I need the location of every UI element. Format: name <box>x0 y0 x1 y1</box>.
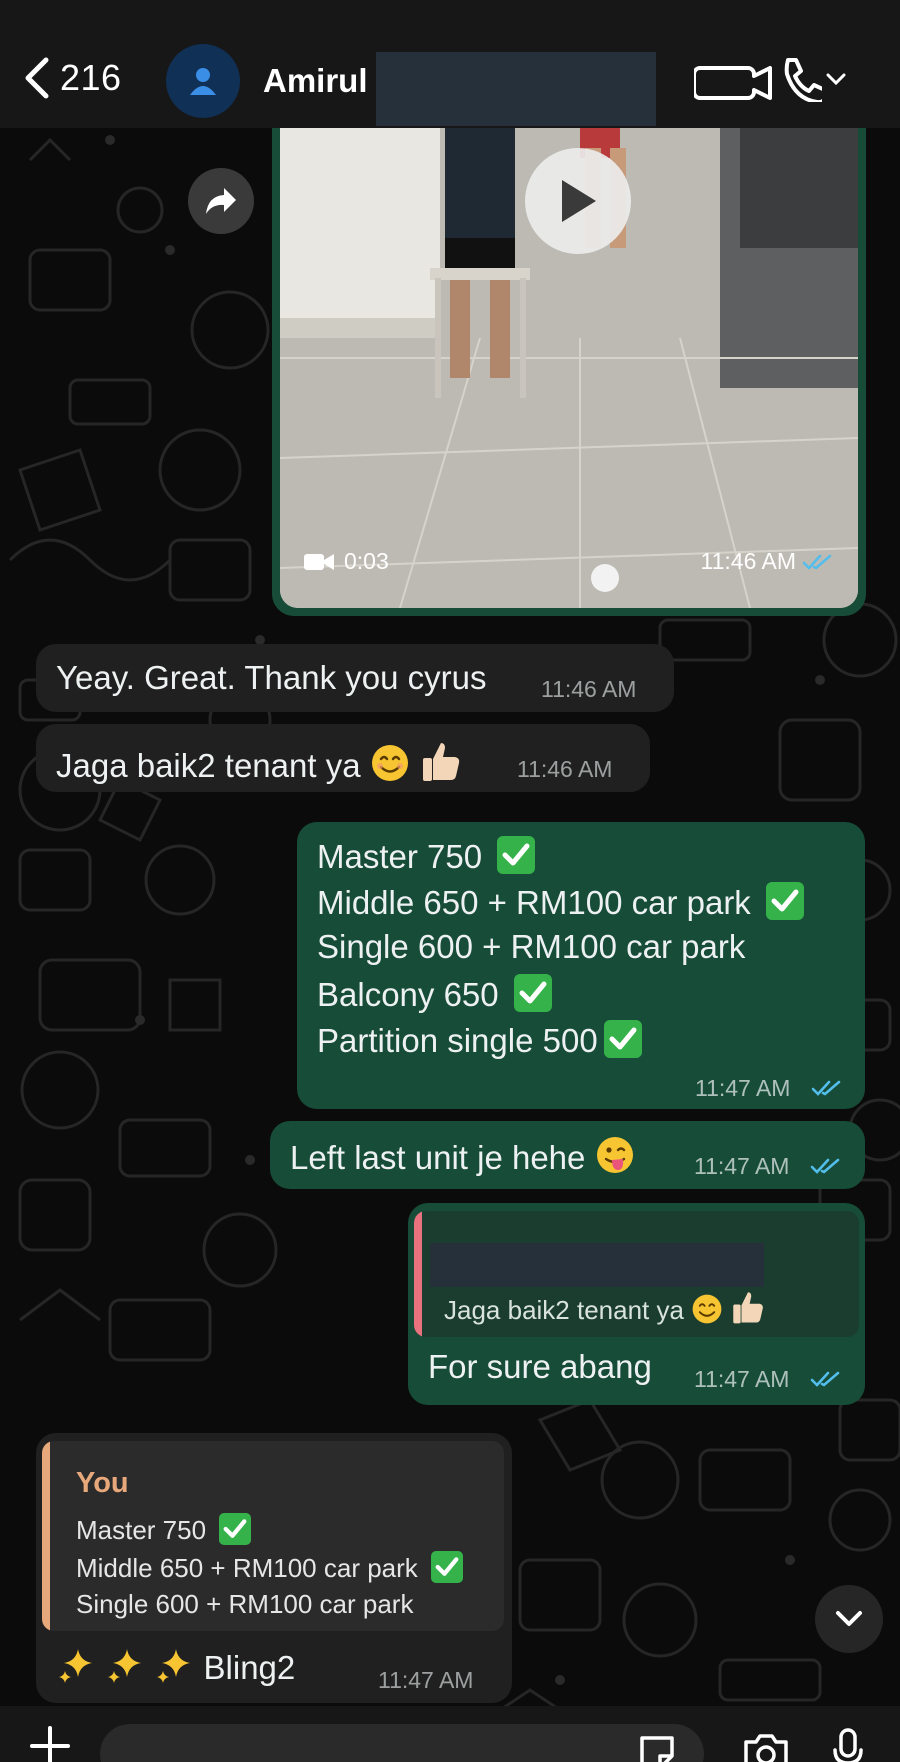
phone-icon <box>784 58 822 102</box>
video-timestamp: 11:46 AM <box>701 548 834 575</box>
video-camera-icon <box>692 66 772 100</box>
contact-name[interactable]: Amirul <box>263 62 368 100</box>
video-message[interactable]: 0:03 11:46 AM <box>272 128 866 616</box>
smiling-face-emoji-icon <box>692 1294 722 1324</box>
message-text: Left last unit je hehe <box>290 1135 635 1177</box>
message-text: Bling2 <box>56 1645 295 1687</box>
message-text-content: Bling2 <box>203 1649 296 1686</box>
list-item: Single 600 + RM100 car park <box>317 928 745 966</box>
message-time: 11:47 AM <box>378 1667 474 1693</box>
message-time: 11:47 AM <box>695 1075 791 1101</box>
scroll-to-bottom-button[interactable] <box>815 1585 883 1653</box>
quoted-message[interactable]: You Master 750 Middle 650 + RM100 car pa… <box>42 1441 504 1631</box>
quoted-line-text: Middle 650 + RM100 car park <box>76 1553 418 1583</box>
sparkles-emoji-icon <box>59 1649 92 1683</box>
quoted-line: Middle 650 + RM100 car park <box>76 1551 464 1584</box>
avatar[interactable] <box>166 44 240 118</box>
share-arrow-icon <box>206 188 236 214</box>
list-item: Partition single 500 <box>317 1020 642 1060</box>
read-ticks-icon <box>810 1158 840 1174</box>
list-item: Middle 650 + RM100 car park <box>317 882 804 922</box>
quote-accent-bar <box>414 1211 422 1337</box>
outgoing-reply-message[interactable]: Jaga baik2 tenant ya For sure abang 11:4… <box>408 1203 865 1405</box>
microphone-icon <box>833 1728 863 1762</box>
redacted-area <box>430 1243 764 1287</box>
quoted-text-content: Jaga baik2 tenant ya <box>444 1295 684 1325</box>
sparkles-emoji-icon <box>157 1649 191 1683</box>
incoming-message[interactable]: Jaga baik2 tenant ya 11:46 AM <box>36 724 650 792</box>
read-ticks-icon <box>810 1371 840 1387</box>
check-mark-icon <box>765 882 804 920</box>
list-item-text: Master 750 <box>317 838 483 875</box>
incoming-message[interactable]: Yeay. Great. Thank you cyrus 11:46 AM <box>36 644 674 712</box>
tongue-out-emoji-icon <box>596 1137 633 1173</box>
message-time: 11:46 AM <box>517 756 613 782</box>
quoted-line: Single 600 + RM100 car park <box>76 1589 413 1620</box>
attach-button[interactable] <box>28 1724 72 1762</box>
message-text: For sure abang <box>428 1348 652 1385</box>
message-text: Jaga baik2 tenant ya <box>56 739 463 785</box>
message-text-content: Left last unit je hehe <box>290 1139 586 1176</box>
check-mark-icon <box>513 974 552 1012</box>
thumbs-up-emoji-icon <box>422 743 460 781</box>
read-ticks-icon <box>802 554 832 570</box>
message-time: 11:46 AM <box>541 676 637 702</box>
unread-count: 216 <box>60 57 122 98</box>
outgoing-message[interactable]: Left last unit je hehe 11:47 AM <box>270 1121 865 1189</box>
list-item: Balcony 650 <box>317 974 552 1014</box>
check-mark-icon <box>431 1551 464 1583</box>
back-button[interactable]: 216 <box>22 56 122 100</box>
camera-icon <box>744 1734 788 1762</box>
quoted-line: Master 750 <box>76 1513 252 1546</box>
quoted-author: You <box>76 1467 129 1499</box>
list-item: Master 750 <box>317 836 536 876</box>
message-input[interactable] <box>100 1724 704 1762</box>
sticker-icon <box>640 1736 674 1762</box>
chevron-down-icon <box>826 73 846 86</box>
video-duration-text: 0:03 <box>344 548 389 574</box>
video-icon <box>304 553 334 570</box>
person-icon <box>190 68 216 95</box>
video-thumbnail[interactable]: 0:03 11:46 AM <box>280 128 858 608</box>
camera-button[interactable] <box>742 1732 790 1762</box>
message-text: Yeay. Great. Thank you cyrus <box>56 659 487 696</box>
composer-bar <box>0 1706 900 1762</box>
smiling-face-emoji-icon <box>371 745 408 781</box>
check-mark-icon <box>219 1513 252 1545</box>
check-mark-icon <box>497 836 536 874</box>
play-button[interactable] <box>525 148 631 254</box>
chat-header: 216 Amirul <box>0 0 900 128</box>
video-time-text: 11:46 AM <box>700 548 796 574</box>
quoted-message[interactable]: Jaga baik2 tenant ya <box>414 1211 859 1337</box>
redacted-area <box>376 52 656 126</box>
video-duration: 0:03 <box>304 548 389 575</box>
check-mark-icon <box>603 1020 642 1058</box>
quoted-line-text: Master 750 <box>76 1515 207 1545</box>
forward-button[interactable] <box>188 168 254 234</box>
voice-call-button[interactable] <box>780 56 846 102</box>
list-item-text: Partition single 500 <box>317 1022 598 1059</box>
incoming-reply-message[interactable]: You Master 750 Middle 650 + RM100 car pa… <box>36 1433 512 1703</box>
list-item-text: Single 600 + RM100 car park <box>317 928 746 965</box>
thumbs-up-emoji-icon <box>733 1292 764 1324</box>
outgoing-message[interactable]: Master 750 Middle 650 + RM100 car park S… <box>297 822 865 1109</box>
quote-accent-bar <box>42 1441 50 1631</box>
message-time: 11:47 AM <box>694 1153 790 1179</box>
list-item-text: Middle 650 + RM100 car park <box>317 884 751 921</box>
plus-icon <box>30 1726 70 1762</box>
sticker-button[interactable] <box>636 1732 678 1762</box>
quoted-text: Jaga baik2 tenant ya <box>444 1289 766 1326</box>
chevron-down-icon <box>836 1611 862 1626</box>
video-call-button[interactable] <box>692 60 778 111</box>
microphone-button[interactable] <box>832 1728 864 1762</box>
play-icon <box>562 180 596 222</box>
chevron-left-icon <box>25 57 49 99</box>
read-ticks-icon <box>811 1080 841 1096</box>
message-text-content: Jaga baik2 tenant ya <box>56 747 361 784</box>
quoted-line-text: Single 600 + RM100 car park <box>76 1589 414 1619</box>
message-time: 11:47 AM <box>694 1366 790 1392</box>
sparkles-emoji-icon <box>108 1649 142 1683</box>
list-item-text: Balcony 650 <box>317 976 499 1013</box>
